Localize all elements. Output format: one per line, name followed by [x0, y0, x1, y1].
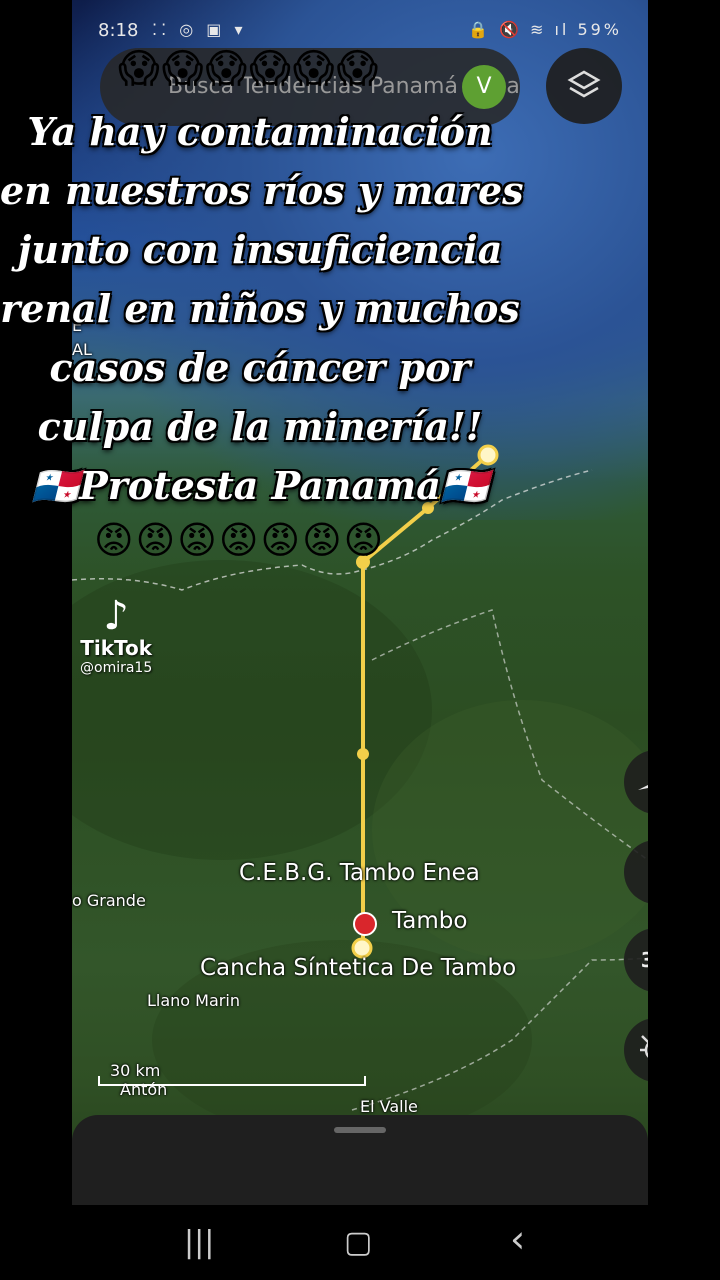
- home-button[interactable]: ▢: [344, 1225, 372, 1260]
- caption-line: renal en niños y muchos: [0, 286, 520, 331]
- notification-icons: ⁚⁚ ◎ ▣ ▾: [152, 20, 247, 39]
- tiktok-watermark: ♪ TikTok @omira15: [80, 596, 152, 676]
- tambo-marker: [353, 912, 377, 936]
- label-llano-marin: Llano Marin: [147, 991, 240, 1010]
- system-status-icons: 🔒 🔇 ≋ ıl: [467, 20, 570, 39]
- compass-button[interactable]: [624, 750, 648, 814]
- layers-icon: [567, 70, 601, 98]
- location-off-icon: [640, 1035, 648, 1058]
- caption-line: 🇵🇦Protesta Panamá🇵🇦: [31, 463, 489, 508]
- layers-button[interactable]: [546, 48, 622, 124]
- label-tambo[interactable]: Tambo: [392, 908, 467, 934]
- sheet-drag-handle[interactable]: [334, 1127, 386, 1133]
- tiktok-logo-icon: ♪: [103, 593, 129, 639]
- street-view-button[interactable]: [624, 840, 648, 904]
- tiktok-username: @omira15: [80, 660, 153, 676]
- label-el-valle: El Valle: [360, 1097, 418, 1116]
- status-time: 8:18: [98, 20, 139, 41]
- system-nav-bar: ||| ▢ ‹: [0, 1205, 720, 1280]
- protest-caption: Ya hay contaminación en nuestros ríos y …: [0, 102, 524, 515]
- shock-emoji-row: 😱😱😱😱😱😱: [118, 46, 381, 92]
- recents-button[interactable]: |||: [184, 1225, 214, 1260]
- caption-line: Ya hay contaminación: [27, 109, 493, 154]
- label-cancha[interactable]: Cancha Síntetica De Tambo: [200, 955, 516, 981]
- caption-line: junto con insuficiencia: [17, 227, 503, 272]
- pegman-icon: [624, 840, 648, 904]
- label-grande: o Grande: [72, 891, 146, 910]
- caption-line: culpa de la minería!!: [37, 404, 483, 449]
- caption-line: en nuestros ríos y mares: [0, 168, 524, 213]
- status-bar: 8:18 ⁚⁚ ◎ ▣ ▾ 🔒 🔇 ≋ ıl 59%: [72, 18, 648, 48]
- caption-line: casos de cáncer por: [49, 345, 471, 390]
- compass-icon: [638, 785, 648, 790]
- label-cebg[interactable]: C.E.B.G. Tambo Enea: [239, 860, 480, 886]
- route-waypoint: [357, 748, 369, 760]
- angry-emoji-row: 😡😡😡😡😡😡😡: [94, 518, 386, 562]
- tiktok-name: TikTok: [80, 636, 153, 660]
- back-button[interactable]: ‹: [510, 1217, 525, 1261]
- system-icons: 🔒 🔇 ≋ ıl 59%: [468, 20, 622, 39]
- scale-bar: [98, 1076, 366, 1086]
- bottom-sheet[interactable]: [72, 1115, 648, 1205]
- battery-level: 59%: [577, 20, 622, 39]
- my-location-button[interactable]: [624, 1018, 648, 1082]
